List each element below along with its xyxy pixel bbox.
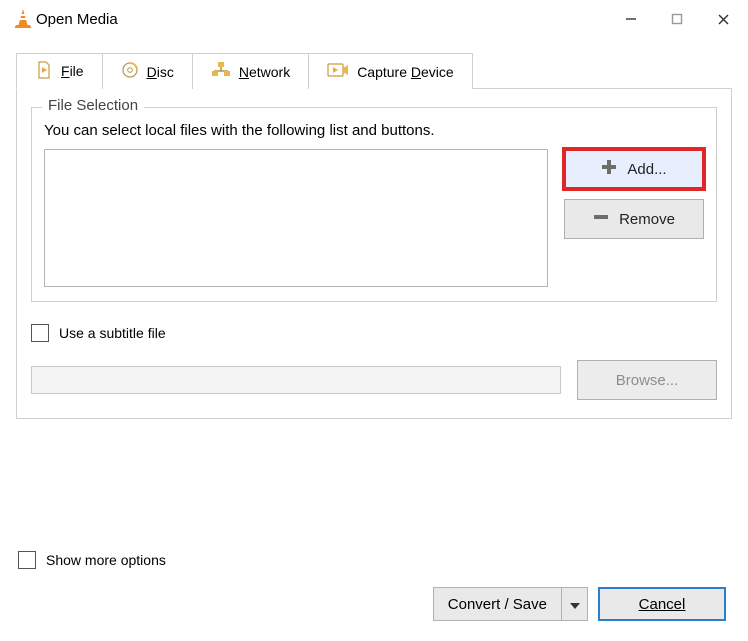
tab-capture-label: Capture Device: [357, 64, 454, 80]
remove-button[interactable]: Remove: [564, 199, 704, 239]
cancel-button[interactable]: Cancel: [598, 587, 726, 621]
add-button-label: Add...: [627, 161, 666, 178]
minus-icon: [593, 209, 609, 229]
file-selection-group: File Selection You can select local file…: [31, 107, 717, 302]
network-icon: [211, 61, 231, 82]
capture-icon: [327, 61, 349, 82]
cancel-button-label: Cancel: [639, 596, 686, 613]
subtitle-path-input: [31, 366, 561, 394]
tab-disc-label: Disc: [147, 64, 174, 80]
file-selection-help-text: You can select local files with the foll…: [44, 122, 704, 139]
tab-bar: File Disc Netw: [16, 52, 732, 88]
file-icon: [35, 61, 53, 82]
chevron-down-icon: [570, 596, 580, 612]
add-button[interactable]: Add...: [564, 149, 704, 189]
close-button[interactable]: [700, 3, 746, 35]
show-more-options-row[interactable]: Show more options: [18, 551, 166, 569]
tab-network[interactable]: Network: [192, 53, 309, 89]
window-title: Open Media: [36, 11, 118, 28]
use-subtitle-checkbox[interactable]: [31, 324, 49, 342]
tab-capture-device[interactable]: Capture Device: [308, 53, 473, 89]
use-subtitle-checkbox-row[interactable]: Use a subtitle file: [31, 324, 717, 342]
titlebar: Open Media: [0, 0, 748, 38]
tab-file-label: File: [61, 63, 84, 79]
minimize-button[interactable]: [608, 3, 654, 35]
vlc-cone-icon: [12, 7, 34, 32]
disc-icon: [121, 61, 139, 82]
plus-icon: [601, 159, 617, 179]
convert-save-button[interactable]: Convert / Save: [433, 587, 562, 621]
file-selection-legend: File Selection: [42, 97, 144, 114]
remove-button-label: Remove: [619, 211, 675, 228]
convert-save-split-button[interactable]: Convert / Save: [433, 587, 588, 621]
show-more-options-checkbox[interactable]: [18, 551, 36, 569]
maximize-button[interactable]: [654, 3, 700, 35]
convert-save-dropdown[interactable]: [562, 587, 588, 621]
file-panel: File Selection You can select local file…: [16, 88, 732, 419]
browse-button-label: Browse...: [616, 372, 679, 389]
use-subtitle-label: Use a subtitle file: [59, 325, 166, 341]
tab-file[interactable]: File: [16, 53, 103, 89]
show-more-options-label: Show more options: [46, 552, 166, 568]
tab-network-label: Network: [239, 64, 290, 80]
file-list[interactable]: [44, 149, 548, 287]
tab-disc[interactable]: Disc: [102, 53, 193, 89]
browse-button: Browse...: [577, 360, 717, 400]
